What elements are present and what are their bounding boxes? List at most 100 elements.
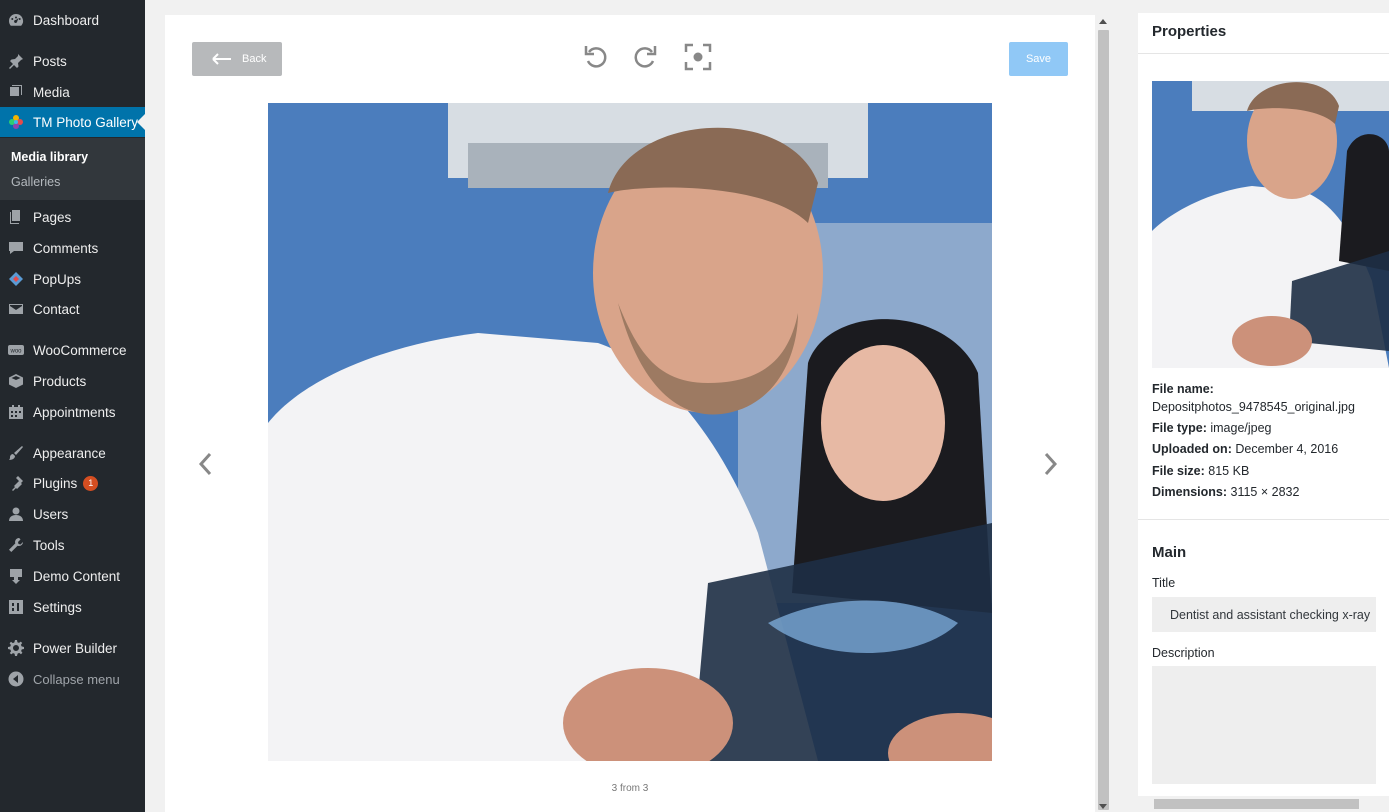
pin-icon bbox=[8, 53, 24, 69]
file-size-meta: File size: 815 KB bbox=[1152, 464, 1249, 478]
brush-icon bbox=[8, 445, 24, 461]
sidebar-item-tools[interactable]: Tools bbox=[0, 530, 145, 560]
sidebar-item-tm-photo-gallery[interactable]: TM Photo Gallery bbox=[0, 107, 145, 137]
dentist-thumbnail-illustration bbox=[1152, 81, 1389, 368]
sidebar-item-label: Users bbox=[33, 506, 69, 522]
properties-title: Properties bbox=[1152, 23, 1227, 40]
file-size-value: 815 KB bbox=[1208, 464, 1250, 478]
plugins-update-badge: 1 bbox=[83, 475, 99, 491]
pages-icon bbox=[8, 209, 24, 225]
sidebar-item-label: Power Builder bbox=[33, 640, 118, 656]
dimensions-value: 3115 × 2832 bbox=[1230, 485, 1300, 499]
sidebar-item-products[interactable]: Products bbox=[0, 366, 145, 396]
media-icon bbox=[8, 84, 24, 100]
chevron-right-icon bbox=[1044, 452, 1058, 476]
scroll-down-arrow[interactable] bbox=[1099, 804, 1107, 809]
scrollbar-thumb[interactable] bbox=[1098, 30, 1109, 810]
sidebar-item-label: Contact bbox=[33, 301, 80, 317]
rotate-right-icon[interactable] bbox=[631, 42, 661, 72]
comment-icon bbox=[8, 240, 24, 256]
save-button[interactable]: Save bbox=[1009, 42, 1068, 76]
properties-panel: Properties File name: Depositphotos_9478… bbox=[1138, 13, 1389, 812]
sidebar-item-woocommerce[interactable]: woo WooCommerce bbox=[0, 335, 145, 365]
title-input[interactable] bbox=[1152, 597, 1376, 632]
previous-image-arrow[interactable] bbox=[196, 451, 214, 477]
description-field-label: Description bbox=[1152, 646, 1215, 660]
mail-icon bbox=[8, 301, 24, 317]
scroll-up-arrow[interactable] bbox=[1099, 19, 1107, 24]
sidebar-item-label: Settings bbox=[33, 599, 82, 615]
download-icon bbox=[8, 568, 24, 584]
sidebar-item-label: WooCommerce bbox=[33, 342, 127, 358]
sidebar-item-label: Comments bbox=[33, 240, 99, 256]
user-icon bbox=[8, 506, 24, 522]
sidebar-item-label: Dashboard bbox=[33, 12, 100, 28]
woo-icon: woo bbox=[8, 342, 24, 358]
admin-sidebar: Dashboard Posts Media TM Photo Gallery M… bbox=[0, 0, 145, 812]
popups-icon bbox=[8, 271, 24, 287]
sidebar-item-comments[interactable]: Comments bbox=[0, 233, 145, 263]
sidebar-item-label: Posts bbox=[33, 53, 67, 69]
sidebar-item-dashboard[interactable]: Dashboard bbox=[0, 5, 145, 35]
properties-horizontal-scrollbar[interactable] bbox=[1138, 796, 1389, 812]
calendar-icon bbox=[8, 404, 24, 420]
sidebar-item-pages[interactable]: Pages bbox=[0, 202, 145, 232]
sidebar-item-label: Appearance bbox=[33, 445, 106, 461]
sidebar-item-label: Appointments bbox=[33, 404, 116, 420]
scrollbar-thumb[interactable] bbox=[1154, 799, 1359, 809]
collapse-icon bbox=[8, 671, 24, 687]
description-textarea[interactable] bbox=[1152, 666, 1376, 784]
dentist-photo-illustration bbox=[268, 103, 992, 761]
file-name-meta: File name: bbox=[1152, 382, 1214, 396]
submenu-item-media-library[interactable]: Media library bbox=[11, 150, 88, 164]
sidebar-item-power-builder[interactable]: Power Builder bbox=[0, 633, 145, 663]
dashboard-icon bbox=[8, 12, 24, 28]
rotate-left-icon[interactable] bbox=[580, 42, 610, 72]
sidebar-item-settings[interactable]: Settings bbox=[0, 592, 145, 622]
sidebar-submenu: Media library Galleries bbox=[0, 138, 145, 200]
wrench-icon bbox=[8, 537, 24, 553]
title-field-label: Title bbox=[1152, 576, 1176, 590]
focus-icon[interactable] bbox=[683, 42, 713, 72]
file-size-label: File size: bbox=[1152, 464, 1205, 478]
submenu-item-galleries[interactable]: Galleries bbox=[11, 175, 60, 189]
file-name-value: Depositphotos_9478545_original.jpg bbox=[1152, 400, 1355, 414]
collapse-menu-label: Collapse menu bbox=[33, 671, 120, 687]
next-image-arrow[interactable] bbox=[1042, 451, 1060, 477]
back-button-label: Back bbox=[242, 53, 267, 65]
image-editor-panel: Back Save 3 from 3 bbox=[165, 15, 1095, 812]
uploaded-value: December 4, 2016 bbox=[1235, 442, 1339, 456]
sidebar-item-users[interactable]: Users bbox=[0, 499, 145, 529]
sidebar-item-label: TM Photo Gallery bbox=[33, 114, 139, 130]
box-icon bbox=[8, 373, 24, 389]
sidebar-item-appointments[interactable]: Appointments bbox=[0, 397, 145, 427]
image-pager: 3 from 3 bbox=[611, 783, 649, 794]
sidebar-item-appearance[interactable]: Appearance bbox=[0, 438, 145, 468]
sidebar-item-media[interactable]: Media bbox=[0, 77, 145, 107]
main-section-title: Main bbox=[1152, 544, 1187, 561]
sidebar-item-demo-content[interactable]: Demo Content bbox=[0, 561, 145, 591]
sidebar-item-posts[interactable]: Posts bbox=[0, 46, 145, 76]
dimensions-meta: Dimensions: 3115 × 2832 bbox=[1152, 485, 1299, 499]
sidebar-item-plugins[interactable]: Plugins 1 bbox=[0, 468, 145, 498]
uploaded-meta: Uploaded on: December 4, 2016 bbox=[1152, 442, 1338, 456]
sidebar-item-label: Products bbox=[33, 373, 87, 389]
back-button[interactable]: Back bbox=[192, 42, 282, 76]
sidebar-item-label: Media bbox=[33, 84, 70, 100]
uploaded-label: Uploaded on: bbox=[1152, 442, 1232, 456]
section-divider bbox=[1138, 519, 1389, 520]
svg-text:woo: woo bbox=[9, 349, 22, 355]
collapse-menu-button[interactable]: Collapse menu bbox=[0, 664, 145, 694]
sidebar-item-label: Demo Content bbox=[33, 568, 121, 584]
sidebar-item-contact[interactable]: Contact bbox=[0, 294, 145, 324]
arrow-left-icon bbox=[212, 53, 231, 65]
sidebar-item-popups[interactable]: PopUps bbox=[0, 264, 145, 294]
editor-vertical-scrollbar[interactable] bbox=[1096, 15, 1111, 812]
sidebar-item-label: Tools bbox=[33, 537, 65, 553]
file-type-meta: File type: image/jpeg bbox=[1152, 421, 1272, 435]
chevron-left-icon bbox=[198, 452, 212, 476]
sidebar-item-label: Plugins bbox=[33, 475, 78, 491]
sidebar-item-label: Pages bbox=[33, 209, 72, 225]
divider bbox=[1138, 53, 1389, 54]
settings-icon bbox=[8, 599, 24, 615]
